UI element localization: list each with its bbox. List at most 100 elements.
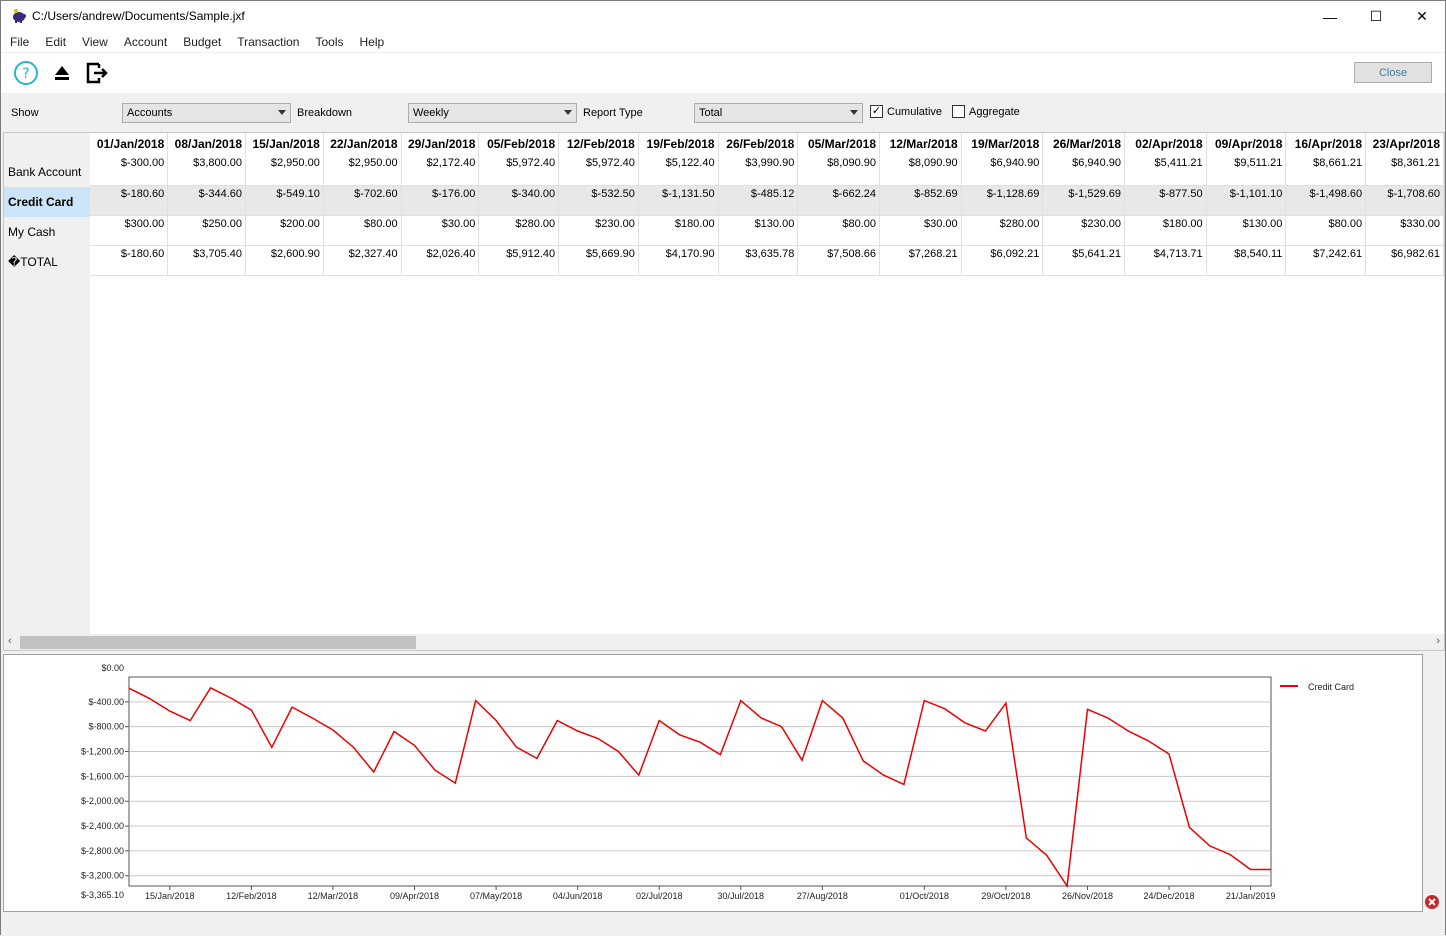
menu-edit[interactable]: Edit bbox=[45, 35, 66, 49]
table-cell[interactable]: $6,940.90 bbox=[1042, 155, 1126, 186]
table-cell[interactable]: $5,122.40 bbox=[638, 155, 719, 186]
aggregate-checkbox[interactable] bbox=[952, 105, 965, 118]
eject-icon[interactable] bbox=[49, 60, 75, 86]
column-header[interactable]: 12/Feb/2018 bbox=[558, 133, 639, 155]
table-cell[interactable]: $-176.00 bbox=[401, 185, 480, 216]
column-header[interactable]: 22/Jan/2018 bbox=[323, 133, 402, 155]
table-cell[interactable]: $-340.00 bbox=[478, 185, 560, 216]
column-header[interactable]: 09/Apr/2018 bbox=[1206, 133, 1287, 155]
table-cell[interactable]: $80.00 bbox=[323, 215, 402, 246]
column-header[interactable]: 12/Mar/2018 bbox=[879, 133, 962, 155]
column-header[interactable]: 05/Feb/2018 bbox=[478, 133, 560, 155]
table-cell[interactable]: $5,972.40 bbox=[558, 155, 639, 186]
column-header[interactable]: 19/Mar/2018 bbox=[961, 133, 1044, 155]
menu-budget[interactable]: Budget bbox=[183, 35, 221, 49]
scroll-right-icon[interactable]: › bbox=[1436, 635, 1440, 647]
column-header[interactable]: 26/Feb/2018 bbox=[718, 133, 799, 155]
table-cell[interactable]: $2,950.00 bbox=[245, 155, 324, 186]
scroll-left-icon[interactable]: ‹ bbox=[8, 635, 12, 647]
table-cell[interactable]: $3,635.78 bbox=[718, 245, 799, 276]
table-cell[interactable]: $30.00 bbox=[879, 215, 962, 246]
table-row[interactable]: $-300.00 $3,800.00 $2,950.00 $2,950.00 $2,17… bbox=[90, 155, 1444, 186]
table-cell[interactable]: $130.00 bbox=[718, 215, 799, 246]
breakdown-combo[interactable]: Weekly bbox=[408, 103, 577, 123]
table-cell[interactable]: $-877.50 bbox=[1124, 185, 1207, 216]
scrollbar-thumb[interactable] bbox=[20, 636, 416, 649]
table-cell[interactable]: $5,972.40 bbox=[478, 155, 560, 186]
table-cell[interactable]: $-1,101.10 bbox=[1206, 185, 1287, 216]
menu-transaction[interactable]: Transaction bbox=[237, 35, 299, 49]
table-cell[interactable]: $-485.12 bbox=[718, 185, 799, 216]
table-cell[interactable]: $3,990.90 bbox=[718, 155, 799, 186]
table-cell[interactable]: $5,641.21 bbox=[1042, 245, 1126, 276]
table-cell[interactable]: $80.00 bbox=[1285, 215, 1367, 246]
table-cell[interactable]: $-532.50 bbox=[558, 185, 639, 216]
maximize-button[interactable]: ☐ bbox=[1353, 1, 1399, 32]
table-cell[interactable]: $7,508.66 bbox=[797, 245, 880, 276]
table-cell[interactable]: $300.00 bbox=[90, 215, 169, 246]
table-cell[interactable]: $330.00 bbox=[1365, 215, 1444, 246]
table-cell[interactable]: $180.00 bbox=[1124, 215, 1207, 246]
table-cell[interactable]: $-662.24 bbox=[797, 185, 880, 216]
row-header-my-cash[interactable]: My Cash bbox=[4, 217, 90, 247]
row-header-credit-card[interactable]: Credit Card bbox=[4, 187, 90, 217]
column-header[interactable]: 02/Apr/2018 bbox=[1124, 133, 1207, 155]
table-cell[interactable]: $-344.60 bbox=[167, 185, 247, 216]
table-cell[interactable]: $7,268.21 bbox=[879, 245, 962, 276]
column-header[interactable]: 23/Apr/2018 bbox=[1365, 133, 1444, 155]
table-cell[interactable]: $-1,131.50 bbox=[638, 185, 719, 216]
table-cell[interactable]: $-1,498.60 bbox=[1285, 185, 1367, 216]
table-cell[interactable]: $250.00 bbox=[167, 215, 247, 246]
table-cell[interactable]: $8,661.21 bbox=[1285, 155, 1367, 186]
table-cell[interactable]: $230.00 bbox=[558, 215, 639, 246]
table-cell[interactable]: $4,170.90 bbox=[638, 245, 719, 276]
close-button[interactable]: Close bbox=[1354, 62, 1432, 83]
window-close-button[interactable]: ✕ bbox=[1399, 1, 1445, 32]
table-row[interactable]: $-180.60 $3,705.40 $2,600.90 $2,327.40 $2,02… bbox=[90, 245, 1444, 276]
table-cell[interactable]: $5,411.21 bbox=[1124, 155, 1207, 186]
table-cell[interactable]: $-1,128.69 bbox=[961, 185, 1044, 216]
table-cell[interactable]: $3,800.00 bbox=[167, 155, 247, 186]
table-cell[interactable]: $5,912.40 bbox=[478, 245, 560, 276]
table-cell[interactable]: $6,092.21 bbox=[961, 245, 1044, 276]
column-header[interactable]: 29/Jan/2018 bbox=[401, 133, 480, 155]
menu-help[interactable]: Help bbox=[360, 35, 385, 49]
table-cell[interactable]: $280.00 bbox=[961, 215, 1044, 246]
table-cell[interactable]: $8,090.90 bbox=[797, 155, 880, 186]
table-cell[interactable]: $130.00 bbox=[1206, 215, 1287, 246]
table-cell[interactable]: $-1,708.60 bbox=[1365, 185, 1444, 216]
table-cell[interactable]: $230.00 bbox=[1042, 215, 1126, 246]
table-cell[interactable]: $80.00 bbox=[797, 215, 880, 246]
minimize-button[interactable]: — bbox=[1307, 1, 1353, 32]
table-cell[interactable]: $2,950.00 bbox=[323, 155, 402, 186]
table-cell[interactable]: $8,090.90 bbox=[879, 155, 962, 186]
menu-tools[interactable]: Tools bbox=[315, 35, 343, 49]
table-cell[interactable]: $-180.60 bbox=[90, 185, 169, 216]
table-cell[interactable]: $2,327.40 bbox=[323, 245, 402, 276]
column-header[interactable]: 01/Jan/2018 bbox=[90, 133, 169, 155]
table-cell[interactable]: $-549.10 bbox=[245, 185, 324, 216]
table-row[interactable]: $300.00 $250.00 $200.00 $80.00 $30.00 $280.00… bbox=[90, 215, 1444, 246]
menu-account[interactable]: Account bbox=[124, 35, 167, 49]
cumulative-checkbox[interactable]: ✓ bbox=[870, 105, 883, 118]
exit-icon[interactable] bbox=[84, 60, 110, 86]
table-cell[interactable]: $200.00 bbox=[245, 215, 324, 246]
table-cell[interactable]: $8,361.21 bbox=[1365, 155, 1444, 186]
horizontal-scrollbar[interactable]: ‹ › bbox=[4, 634, 1444, 650]
show-combo[interactable]: Accounts bbox=[122, 103, 291, 123]
column-header[interactable]: 08/Jan/2018 bbox=[167, 133, 247, 155]
table-cell[interactable]: $2,026.40 bbox=[401, 245, 480, 276]
table-cell[interactable]: $180.00 bbox=[638, 215, 719, 246]
table-cell[interactable]: $280.00 bbox=[478, 215, 560, 246]
column-header[interactable]: 15/Jan/2018 bbox=[245, 133, 324, 155]
table-cell[interactable]: $2,600.90 bbox=[245, 245, 324, 276]
report-type-combo[interactable]: Total bbox=[694, 103, 863, 123]
table-cell[interactable]: $8,540.11 bbox=[1206, 245, 1287, 276]
table-cell[interactable]: $6,982.61 bbox=[1365, 245, 1444, 276]
column-header[interactable]: 19/Feb/2018 bbox=[638, 133, 719, 155]
table-cell[interactable]: $4,713.71 bbox=[1124, 245, 1207, 276]
table-cell[interactable]: $-300.00 bbox=[90, 155, 169, 186]
help-icon[interactable]: ? bbox=[13, 60, 39, 86]
table-cell[interactable]: $5,669.90 bbox=[558, 245, 639, 276]
error-icon[interactable] bbox=[1424, 894, 1440, 910]
